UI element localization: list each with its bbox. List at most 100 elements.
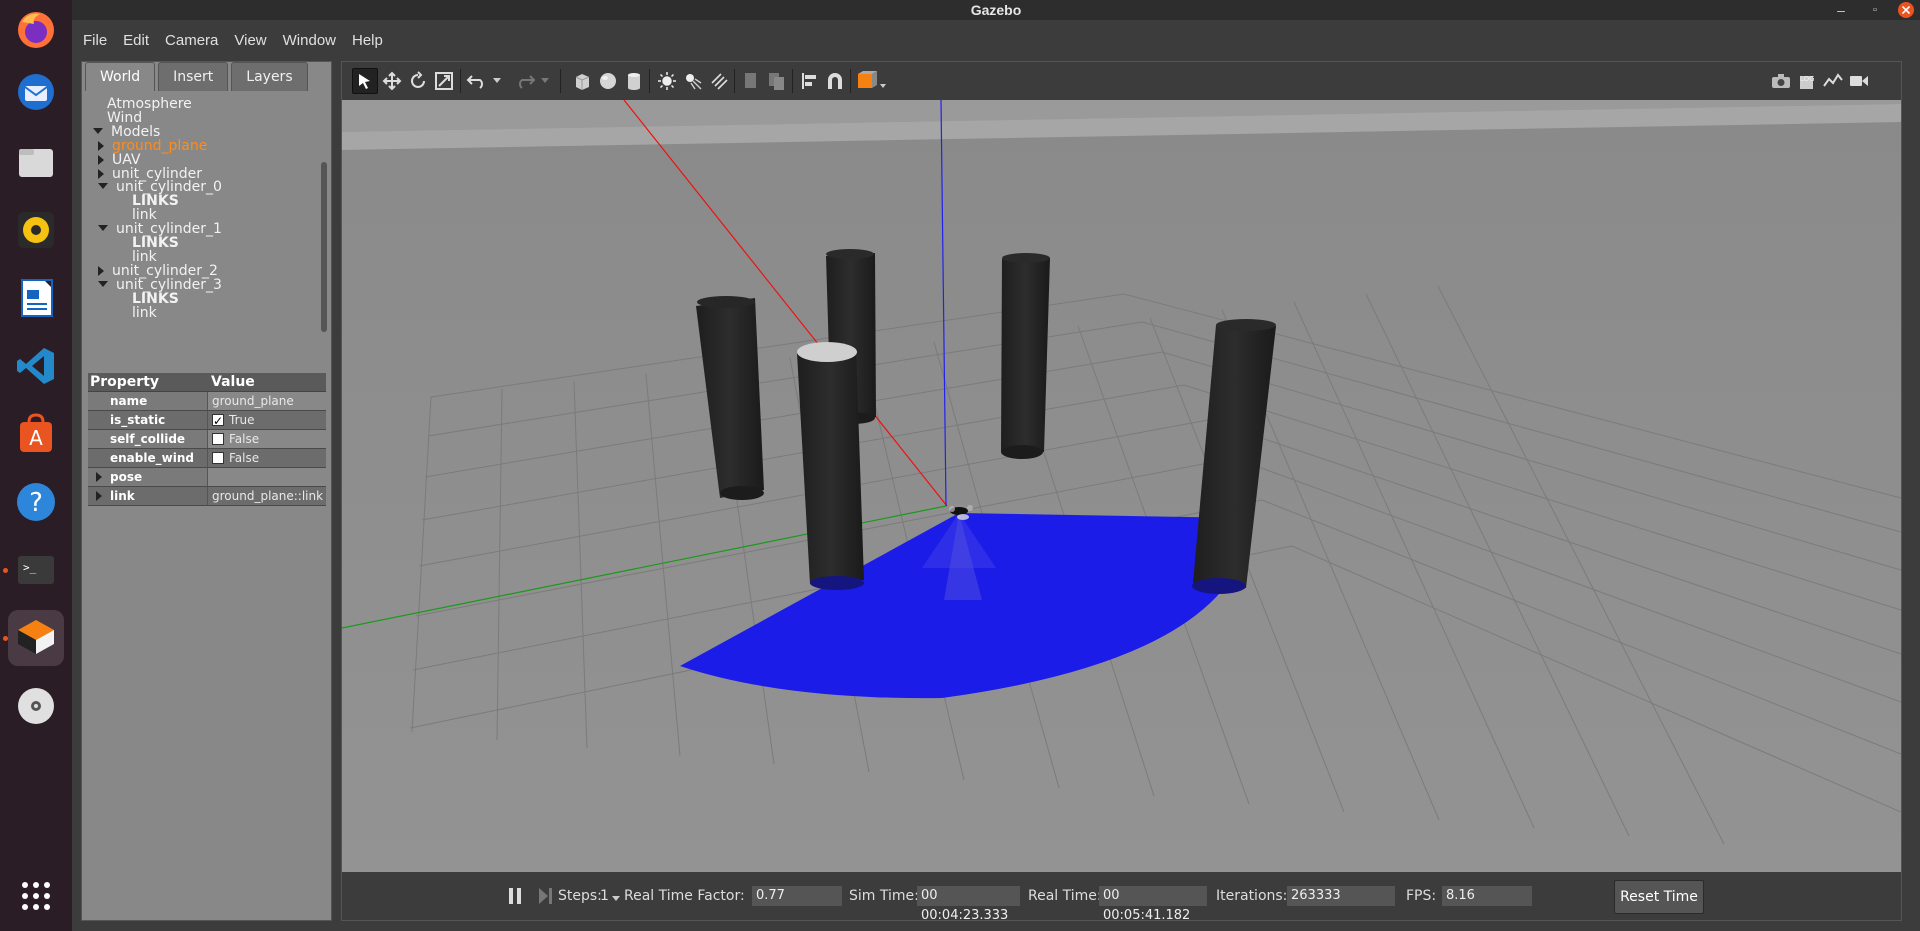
undo-history-chevron-down-icon[interactable] xyxy=(490,68,504,94)
spot-light-icon[interactable] xyxy=(680,68,706,94)
expanded-arrow-icon[interactable] xyxy=(98,225,108,232)
property-checkbox[interactable] xyxy=(212,412,224,431)
menu-bar: File Edit Camera View Window Help xyxy=(72,20,1920,61)
menu-view[interactable]: View xyxy=(234,32,266,49)
property-value-label: ground_plane xyxy=(212,394,294,408)
menu-file[interactable]: File xyxy=(83,32,107,49)
property-value[interactable]: False xyxy=(207,430,326,448)
3d-scene-viewport[interactable] xyxy=(341,99,1902,872)
collapsed-arrow-icon[interactable] xyxy=(98,265,104,276)
menu-window[interactable]: Window xyxy=(283,32,336,49)
writer-icon[interactable] xyxy=(8,270,64,326)
maximize-icon[interactable]: ▫ xyxy=(1863,0,1887,20)
snap-magnet-icon[interactable] xyxy=(822,68,848,94)
undo-icon[interactable] xyxy=(464,68,490,94)
property-value-label: ground_plane::link xyxy=(212,489,324,503)
software-center-icon[interactable]: A xyxy=(8,406,64,462)
property-value: ground_plane xyxy=(207,392,326,410)
cylinder-back-right xyxy=(1001,253,1050,459)
collapsed-arrow-icon[interactable] xyxy=(98,140,104,151)
property-row[interactable]: self_collide False xyxy=(88,430,326,449)
steps-value[interactable]: 1 xyxy=(600,886,609,906)
property-row[interactable]: is_static True xyxy=(88,411,326,431)
ubuntu-dock: A ? >_ xyxy=(0,0,72,931)
align-icon[interactable] xyxy=(796,68,822,94)
collapsed-arrow-icon[interactable] xyxy=(98,168,104,179)
minimize-icon[interactable]: – xyxy=(1829,0,1853,20)
gazebo-icon[interactable] xyxy=(8,610,64,666)
step-forward-icon[interactable] xyxy=(532,883,558,909)
svg-text:>_: >_ xyxy=(23,561,37,574)
property-header: Property Value xyxy=(88,373,326,392)
cylinder-shape-icon[interactable] xyxy=(621,68,647,94)
log-icon[interactable]: LOG xyxy=(1794,68,1820,94)
sim-time-value: 00 00:04:23.333 xyxy=(917,886,1020,923)
property-row[interactable]: pose xyxy=(88,468,326,487)
steps-chevron-down-icon[interactable] xyxy=(612,888,620,908)
tab-world[interactable]: World xyxy=(85,62,156,91)
directional-light-icon[interactable] xyxy=(706,68,732,94)
ground-plane xyxy=(342,104,1901,872)
property-value: ground_plane::link xyxy=(207,487,326,505)
rotate-mode-icon[interactable] xyxy=(405,68,431,94)
translate-mode-icon[interactable] xyxy=(379,68,405,94)
property-checkbox[interactable] xyxy=(212,433,224,445)
menu-help[interactable]: Help xyxy=(352,32,383,49)
tree-scrollbar[interactable] xyxy=(321,162,327,332)
vscode-icon[interactable] xyxy=(8,338,64,394)
tree-item-label: link xyxy=(132,304,157,321)
property-value[interactable]: True xyxy=(207,411,326,431)
property-row[interactable]: link ground_plane::link xyxy=(88,487,326,506)
pause-icon[interactable] xyxy=(502,883,528,909)
tab-insert[interactable]: Insert xyxy=(158,62,229,91)
help-icon[interactable]: ? xyxy=(8,474,64,530)
window-title: Gazebo xyxy=(970,2,1022,18)
thunderbird-icon[interactable] xyxy=(8,64,64,120)
menu-edit[interactable]: Edit xyxy=(123,32,149,49)
tab-layers[interactable]: Layers xyxy=(231,62,308,91)
expanded-arrow-icon[interactable] xyxy=(98,183,108,190)
property-key: name xyxy=(88,392,207,410)
property-checkbox[interactable] xyxy=(212,452,224,464)
terminal-icon[interactable]: >_ xyxy=(8,542,64,598)
firefox-icon[interactable] xyxy=(8,2,64,58)
fps-value: 8.16 xyxy=(1442,886,1532,906)
redo-icon[interactable] xyxy=(512,68,538,94)
disc-icon[interactable] xyxy=(8,678,64,734)
property-key: self_collide xyxy=(88,430,207,448)
iterations-label: Iterations: xyxy=(1216,888,1288,904)
svg-text:A: A xyxy=(29,426,43,450)
property-value[interactable]: False xyxy=(207,449,326,467)
video-record-icon[interactable] xyxy=(1846,68,1872,94)
copy-icon[interactable] xyxy=(738,68,764,94)
paste-icon[interactable] xyxy=(764,68,790,94)
close-icon[interactable] xyxy=(1894,0,1918,20)
real-time-factor-value: 0.77 xyxy=(752,886,842,906)
box-shape-icon[interactable] xyxy=(569,68,595,94)
real-time-label: Real Time: xyxy=(1028,888,1102,904)
expanded-arrow-icon[interactable] xyxy=(93,127,103,134)
app-grid-icon[interactable] xyxy=(8,868,64,924)
plot-icon[interactable] xyxy=(1820,68,1846,94)
scene-render xyxy=(341,99,1902,872)
screenshot-camera-icon[interactable] xyxy=(1768,68,1794,94)
redo-history-chevron-down-icon[interactable] xyxy=(538,68,552,94)
expand-arrow-icon[interactable] xyxy=(96,491,102,501)
collapsed-arrow-icon[interactable] xyxy=(98,154,104,165)
property-key-label: self_collide xyxy=(110,432,186,446)
tree-item[interactable]: link xyxy=(132,305,157,322)
files-icon[interactable] xyxy=(8,134,64,190)
view-angle-icon[interactable] xyxy=(855,68,887,94)
reset-time-button[interactable]: Reset Time xyxy=(1614,880,1704,914)
property-key-label: pose xyxy=(110,470,143,484)
sphere-shape-icon[interactable] xyxy=(595,68,621,94)
property-row[interactable]: enable_wind False xyxy=(88,449,326,468)
expanded-arrow-icon[interactable] xyxy=(98,280,108,287)
rhythmbox-icon[interactable] xyxy=(8,202,64,258)
select-mode-icon[interactable] xyxy=(352,68,378,94)
expand-arrow-icon[interactable] xyxy=(96,472,102,482)
scale-mode-icon[interactable] xyxy=(431,68,457,94)
point-light-icon[interactable] xyxy=(654,68,680,94)
menu-camera[interactable]: Camera xyxy=(165,32,218,49)
fps-label: FPS: xyxy=(1406,888,1437,904)
